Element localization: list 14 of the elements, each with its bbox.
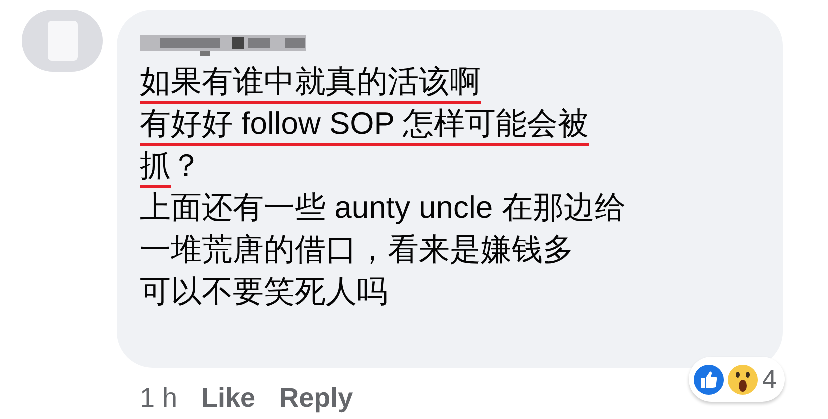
comment-text: 上面还有一些 aunty uncle 在那边给 [140,189,626,227]
reaction-count: 4 [762,363,777,396]
wow-emoji-icon [726,364,759,396]
comment-text: 如果有谁中就真的活该啊 [140,62,481,104]
comment-text: 一堆荒唐的借口，看来是嫌钱多 [140,231,574,269]
reactions-summary[interactable]: 4 [688,357,785,402]
comment-action[interactable]: Like [202,378,256,418]
comment-text: 有好好 follow SOP 怎样可能会被 [140,104,590,146]
comment-text: ？ [171,147,202,185]
comment-action[interactable]: Reply [280,378,354,418]
comment-time[interactable]: 1 h [140,378,178,418]
comment-text: 可以不要笑死人吗 [140,273,388,311]
thumbs-up-icon [692,364,725,396]
comment-text: 抓 [140,146,171,188]
